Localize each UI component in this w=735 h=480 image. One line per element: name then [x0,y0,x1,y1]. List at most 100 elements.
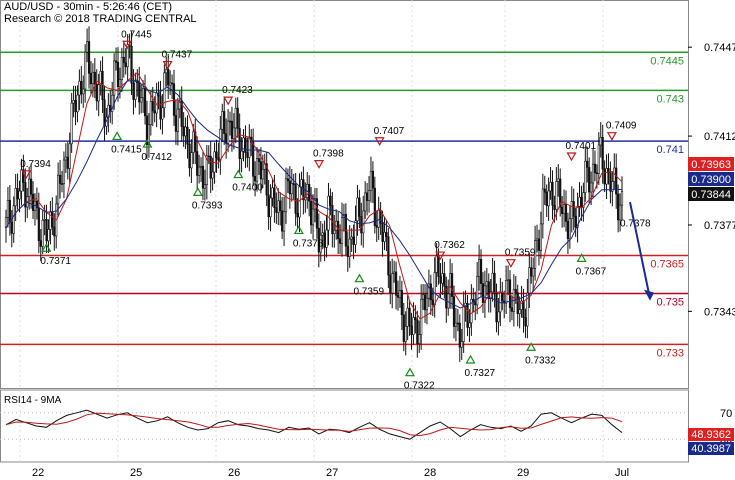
candle-body [416,319,419,344]
candle-body [203,184,206,189]
price-chart[interactable]: 22 25 26 27 28 29 Jul 0.7447 0.7412 0.7377 0.7343 0… [0,0,735,480]
trough-label: 0.7415 [111,144,142,155]
candle-body [547,190,550,207]
candle-body [354,220,357,245]
candle-body [238,128,241,160]
candle-body [226,120,230,144]
candle-body [452,296,456,327]
candle-body [418,334,421,344]
candle-body [53,226,56,237]
candle-body [476,276,479,306]
candle-body [275,207,278,213]
candle-body [151,101,154,112]
candle-body [375,225,378,228]
candle-body [400,290,403,316]
candle-body [20,169,23,192]
candle-body [310,200,313,226]
trough-marker [233,169,244,179]
candle-body [217,157,220,161]
trough-label: 0.7327 [465,368,496,379]
candle-body [435,255,438,273]
candle-body [211,171,214,179]
candle-body [207,155,210,158]
peak-marker [566,152,577,162]
peak-label: 0.7398 [313,149,344,160]
price-badge-label: 0.73844 [691,189,731,201]
candle-body [437,255,440,277]
trough-label: 0.7367 [576,266,607,277]
candle-body [240,150,243,160]
candle-body [383,232,386,242]
candle-body [588,167,591,193]
candle-body [366,192,369,201]
candle-body [410,325,413,335]
candle-body [294,184,297,214]
candle-body [300,179,303,188]
candle-body [425,297,429,311]
candle-body [338,238,342,244]
x-tick-label: 26 [228,467,240,479]
trough-label: 0.7332 [525,355,556,366]
candle-body [70,102,73,145]
candle-body [429,283,432,301]
candle-body [257,158,261,162]
candle-body [508,279,512,309]
peak-label: 0.7445 [121,29,152,40]
candle-body [255,158,259,182]
forecast-arrow [629,201,651,299]
candle-body [248,136,251,158]
candle-body [393,271,396,274]
price-tick-label: 0.7447 [704,42,735,54]
peak-marker [606,132,617,141]
candle-body [414,317,417,321]
candle-body [14,188,17,207]
rsi-badge-label: 48.9362 [691,429,731,441]
peak-label: 0.7362 [434,240,465,251]
candle-body [51,212,54,228]
candle-body [31,193,35,211]
candle-body [325,229,328,248]
candle-body [267,194,270,218]
candle-body [143,87,147,117]
candle-body [408,307,411,327]
candle-body [543,188,546,193]
candle-body [450,273,454,297]
candle-body [201,165,205,189]
candle-body [601,136,604,170]
candle-body [381,223,384,242]
x-tick-label: 28 [424,467,436,479]
candle-body [124,62,127,68]
candle-body [456,322,459,325]
candle-body [591,163,595,184]
candle-body [234,107,237,129]
candle-body [617,193,620,221]
peak-label: 0.7409 [606,121,637,132]
candle-body [491,272,494,293]
candle-body [6,199,10,218]
candle-body [369,170,373,191]
candle-body [277,200,280,213]
candle-body [412,317,415,335]
peak-label: 0.7359 [505,248,536,259]
candle-body [76,94,79,113]
candle-body [118,79,122,88]
candle-body [501,292,504,302]
candle-body [43,219,46,221]
candle-body [346,245,349,257]
candle-body [420,298,423,335]
candle-body [292,183,295,185]
candle-body [149,101,152,126]
candle-body [441,273,444,284]
candle-body [593,163,597,173]
candle-body [232,127,235,139]
candle-body [468,322,471,328]
candle-body [114,60,118,63]
candle-body [528,267,531,294]
candle-body [236,107,239,129]
candle-body [134,81,137,100]
candle-body [555,181,558,210]
candle-body [182,126,185,137]
candle-body [333,229,336,235]
candle-body [82,88,85,95]
candle-body [225,133,228,144]
